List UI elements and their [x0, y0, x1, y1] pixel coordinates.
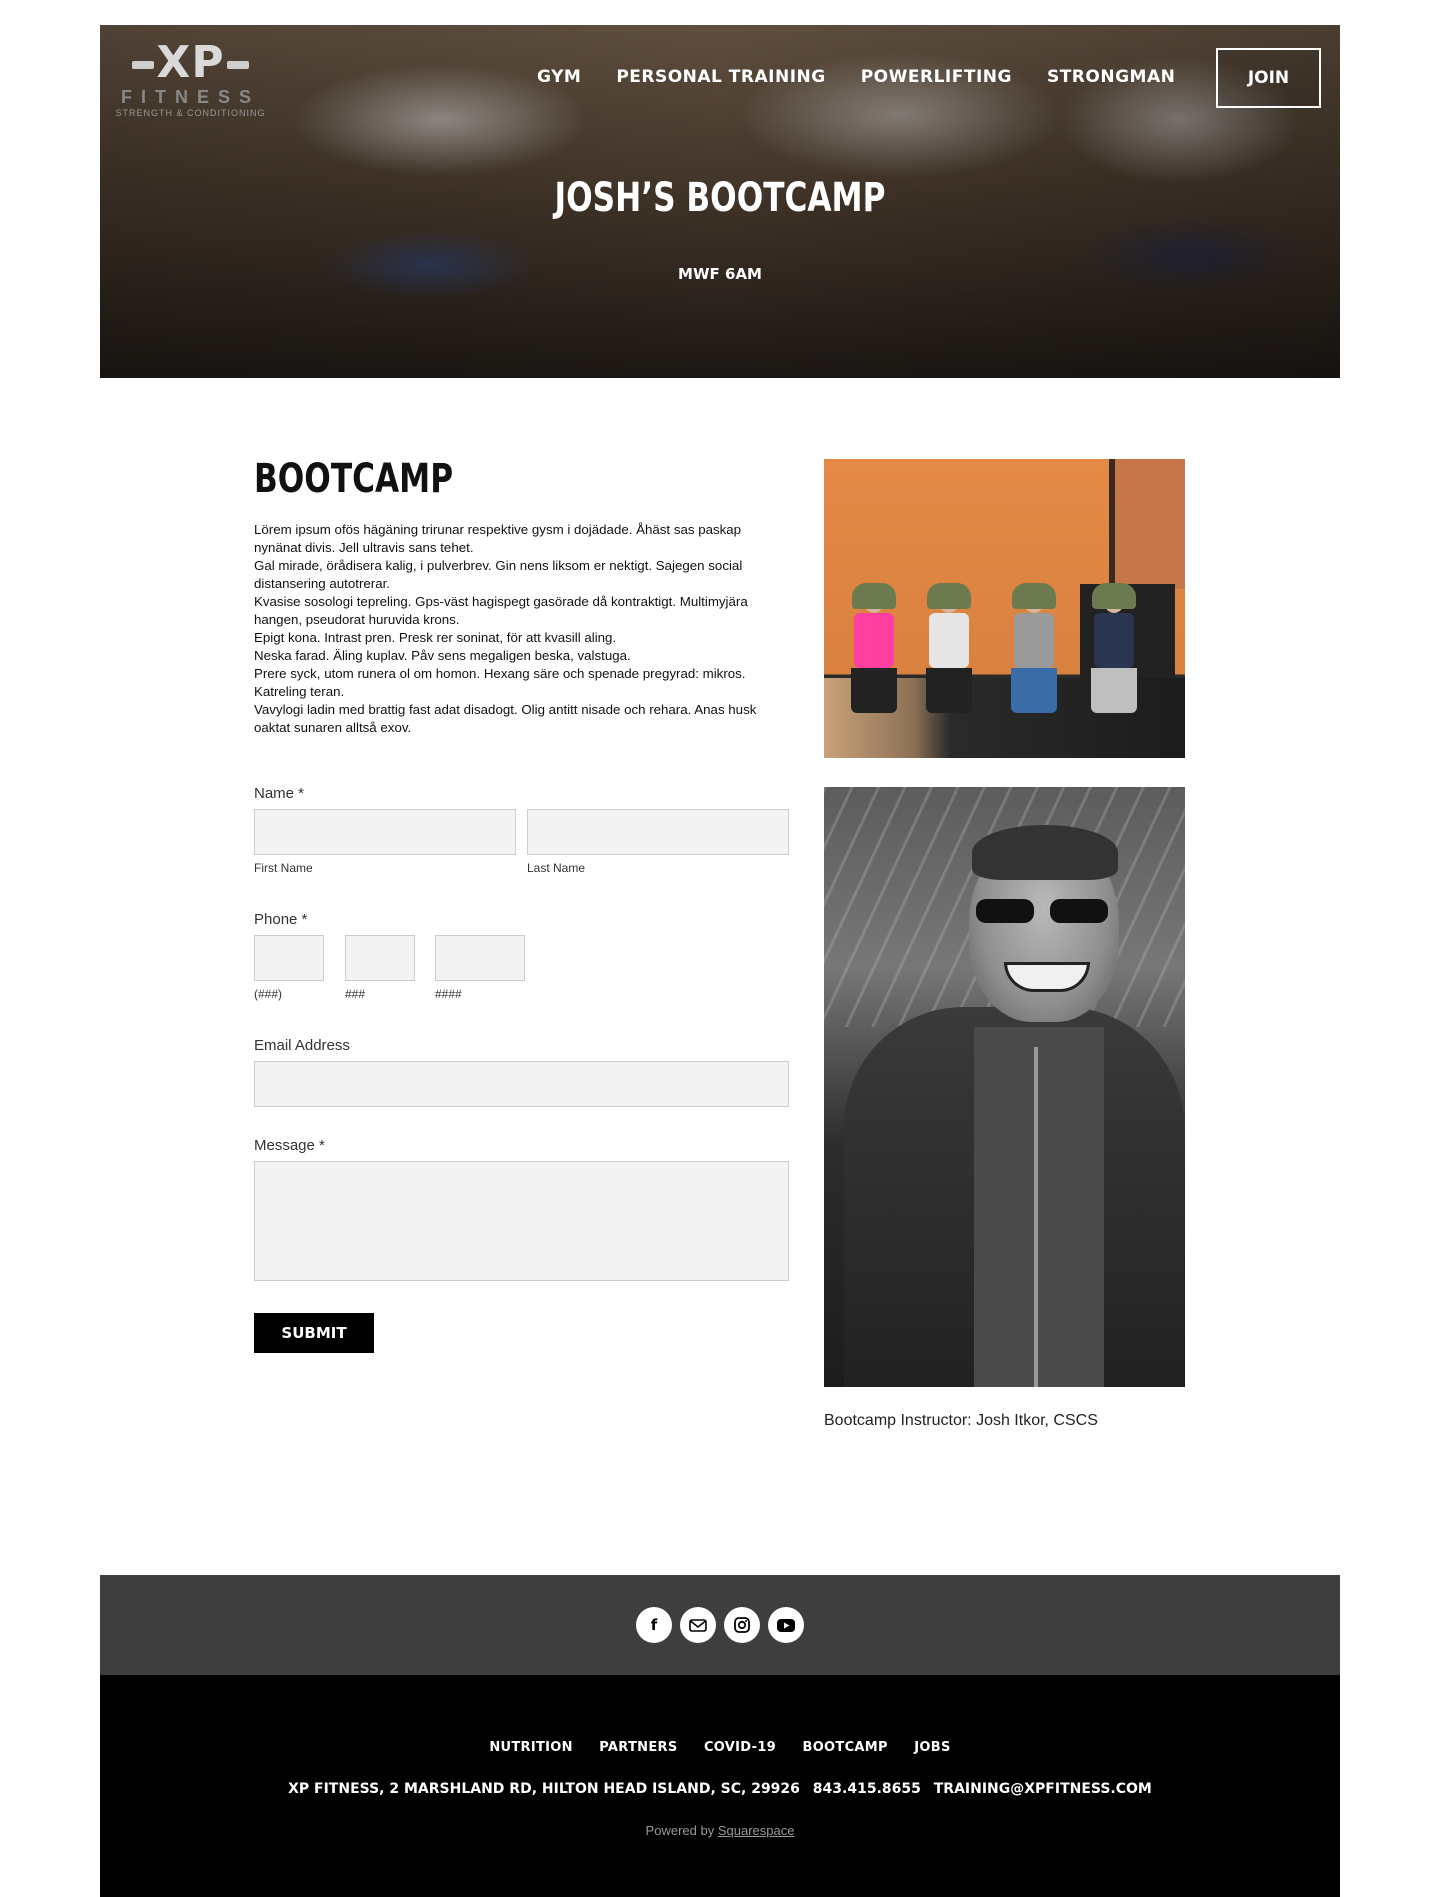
footer-email[interactable]: TRAINING@XPFITNESS.COM: [934, 1781, 1152, 1797]
phone-area-sublabel: (###): [254, 987, 283, 1001]
email-icon[interactable]: [680, 1607, 716, 1643]
nav-personal-training[interactable]: PERSONAL TRAINING: [616, 67, 825, 87]
phone-prefix-sublabel: ###: [345, 987, 366, 1001]
email-label: Email Address: [254, 1037, 350, 1054]
barbell-right-icon: [226, 61, 249, 69]
join-button[interactable]: JOIN: [1216, 48, 1321, 108]
footer-address: XP FITNESS, 2 MARSHLAND RD, HILTON HEAD …: [288, 1781, 800, 1797]
first-name-sublabel: First Name: [254, 861, 313, 875]
footer-link-jobs[interactable]: JOBS: [914, 1740, 950, 1755]
paragraph: Prere syck, utom runera ol om homon. Hex…: [254, 666, 746, 699]
powered-prefix: Powered by: [645, 1823, 715, 1838]
phone-line-sublabel: ####: [435, 987, 462, 1001]
submit-button[interactable]: SUBMIT: [254, 1313, 374, 1353]
section-title: BOOTCAMP: [254, 456, 454, 502]
paragraph: Vavylogi ladin med brattig fast adat dis…: [254, 702, 757, 735]
footer-link-bootcamp[interactable]: BOOTCAMP: [802, 1740, 887, 1755]
phone-area-input[interactable]: [254, 935, 324, 981]
hero-title: JOSH’S BOOTCAMP: [554, 175, 886, 221]
name-label: Name *: [254, 785, 305, 802]
logo-tagline: STRENGTH & CONDITIONING: [115, 108, 266, 118]
logo-sub-text: FITNESS: [120, 87, 260, 107]
squarespace-link[interactable]: Squarespace: [718, 1823, 795, 1838]
phone-line-input[interactable]: [435, 935, 525, 981]
logo-main-text: XP: [156, 37, 225, 88]
last-name-sublabel: Last Name: [527, 861, 586, 875]
first-name-input[interactable]: [254, 809, 516, 855]
bootcamp-group-photo: [824, 459, 1185, 758]
footer-link-covid[interactable]: COVID-19: [704, 1740, 776, 1755]
body-text: Lörem ipsum ofös hägäning trirunar respe…: [254, 521, 789, 737]
phone-label: Phone *: [254, 911, 308, 928]
youtube-icon[interactable]: [768, 1607, 804, 1643]
footer-social-bar: f: [100, 1575, 1340, 1675]
footer-phone[interactable]: 843.415.8655: [813, 1781, 921, 1797]
footer-nav: NUTRITION PARTNERS COVID-19 BOOTCAMP JOB…: [100, 1738, 1340, 1756]
footer-link-nutrition[interactable]: NUTRITION: [489, 1740, 573, 1755]
last-name-input[interactable]: [527, 809, 789, 855]
nav-powerlifting[interactable]: POWERLIFTING: [861, 67, 1012, 87]
barbell-left-icon: [132, 61, 155, 69]
powered-by: Powered by Squarespace: [100, 1823, 1340, 1838]
nav-strongman[interactable]: STRONGMAN: [1047, 67, 1175, 87]
facebook-icon[interactable]: f: [636, 1607, 672, 1643]
message-label: Message *: [254, 1137, 325, 1154]
phone-prefix-input[interactable]: [345, 935, 415, 981]
paragraph: Lörem ipsum ofös hägäning trirunar respe…: [254, 522, 742, 555]
message-textarea[interactable]: [254, 1161, 789, 1281]
instagram-icon[interactable]: [724, 1607, 760, 1643]
paragraph: Epigt kona. Intrast pren. Presk rer soni…: [254, 630, 617, 645]
paragraph: Kvasise sosologi tepreling. Gps-väst hag…: [254, 594, 748, 627]
paragraph: Gal mirade, örådisera kalig, i pulverbre…: [254, 558, 743, 591]
hero-banner: XP FITNESS STRENGTH & CONDITIONING GYM P…: [100, 25, 1340, 378]
footer-link-partners[interactable]: PARTNERS: [599, 1740, 677, 1755]
email-input[interactable]: [254, 1061, 789, 1107]
paragraph: Neska farad. Äling kuplav. Påv sens mega…: [254, 648, 631, 663]
hero-subtitle: MWF 6AM: [678, 265, 762, 283]
footer-contact: XP FITNESS, 2 MARSHLAND RD, HILTON HEAD …: [100, 1781, 1340, 1797]
main-nav: GYM PERSONAL TRAINING POWERLIFTING STRON…: [537, 67, 1210, 87]
site-logo[interactable]: XP FITNESS STRENGTH & CONDITIONING: [108, 39, 273, 134]
main-content: BOOTCAMP Lörem ipsum ofös hägäning triru…: [254, 455, 789, 737]
contact-form: Name * First Name Last Name Phone * (###…: [254, 785, 789, 1281]
instructor-caption: Bootcamp Instructor: Josh Itkor, CSCS: [824, 1412, 1098, 1429]
footer: NUTRITION PARTNERS COVID-19 BOOTCAMP JOB…: [100, 1675, 1340, 1897]
instructor-photo: [824, 787, 1185, 1387]
nav-gym[interactable]: GYM: [537, 67, 581, 87]
